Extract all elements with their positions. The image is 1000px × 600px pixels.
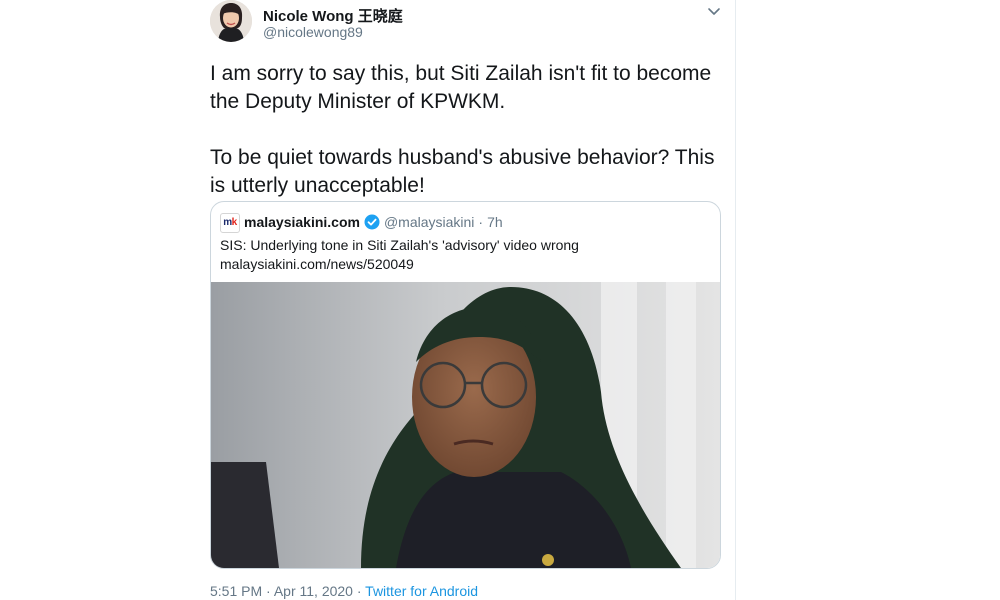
separator-dot: · xyxy=(266,583,271,599)
author-handle[interactable]: @nicolewong89 xyxy=(263,24,363,40)
tweet-paragraph: I am sorry to say this, but Siti Zailah … xyxy=(210,62,712,113)
quote-author-handle[interactable]: @malaysiakini xyxy=(384,214,474,230)
tweet-date[interactable]: Apr 11, 2020 xyxy=(274,583,353,599)
malaysiakini-logo: mk xyxy=(220,213,240,233)
chevron-down-icon[interactable] xyxy=(705,2,723,20)
avatar-photo xyxy=(210,0,252,42)
tweet-meta: 5:51 PM · Apr 11, 2020 · Twitter for And… xyxy=(210,583,478,599)
tweet-source-link[interactable]: Twitter for Android xyxy=(365,583,478,599)
quote-header: malaysiakini.com @malaysiakini · 7h xyxy=(244,214,503,230)
quote-text: SIS: Underlying tone in Siti Zailah's 'a… xyxy=(220,236,710,274)
quote-link: malaysiakini.com/news/520049 xyxy=(220,256,414,272)
logo-letter-k: k xyxy=(231,217,238,228)
separator-dot: · xyxy=(478,214,484,230)
separator-dot: · xyxy=(356,583,362,599)
quote-photo[interactable] xyxy=(211,282,720,568)
quote-headline: SIS: Underlying tone in Siti Zailah's 'a… xyxy=(220,237,579,253)
tweet-column: Nicole Wong 王晓庭 @nicolewong89 I am sorry… xyxy=(195,0,736,600)
tweet-time[interactable]: 5:51 PM xyxy=(210,583,262,599)
quoted-tweet-card[interactable]: mk malaysiakini.com @malaysiakini · 7h S… xyxy=(210,201,721,569)
logo-letter-m: m xyxy=(223,217,232,228)
author-name[interactable]: Nicole Wong 王晓庭 xyxy=(263,5,403,26)
verified-badge-icon xyxy=(364,214,380,230)
tweet-text: I am sorry to say this, but Siti Zailah … xyxy=(210,60,725,200)
tweet-paragraph: To be quiet towards husband's abusive be… xyxy=(210,146,715,197)
quote-timestamp[interactable]: 7h xyxy=(487,214,503,230)
quote-author-name[interactable]: malaysiakini.com xyxy=(244,214,360,230)
author-avatar[interactable] xyxy=(210,0,252,42)
